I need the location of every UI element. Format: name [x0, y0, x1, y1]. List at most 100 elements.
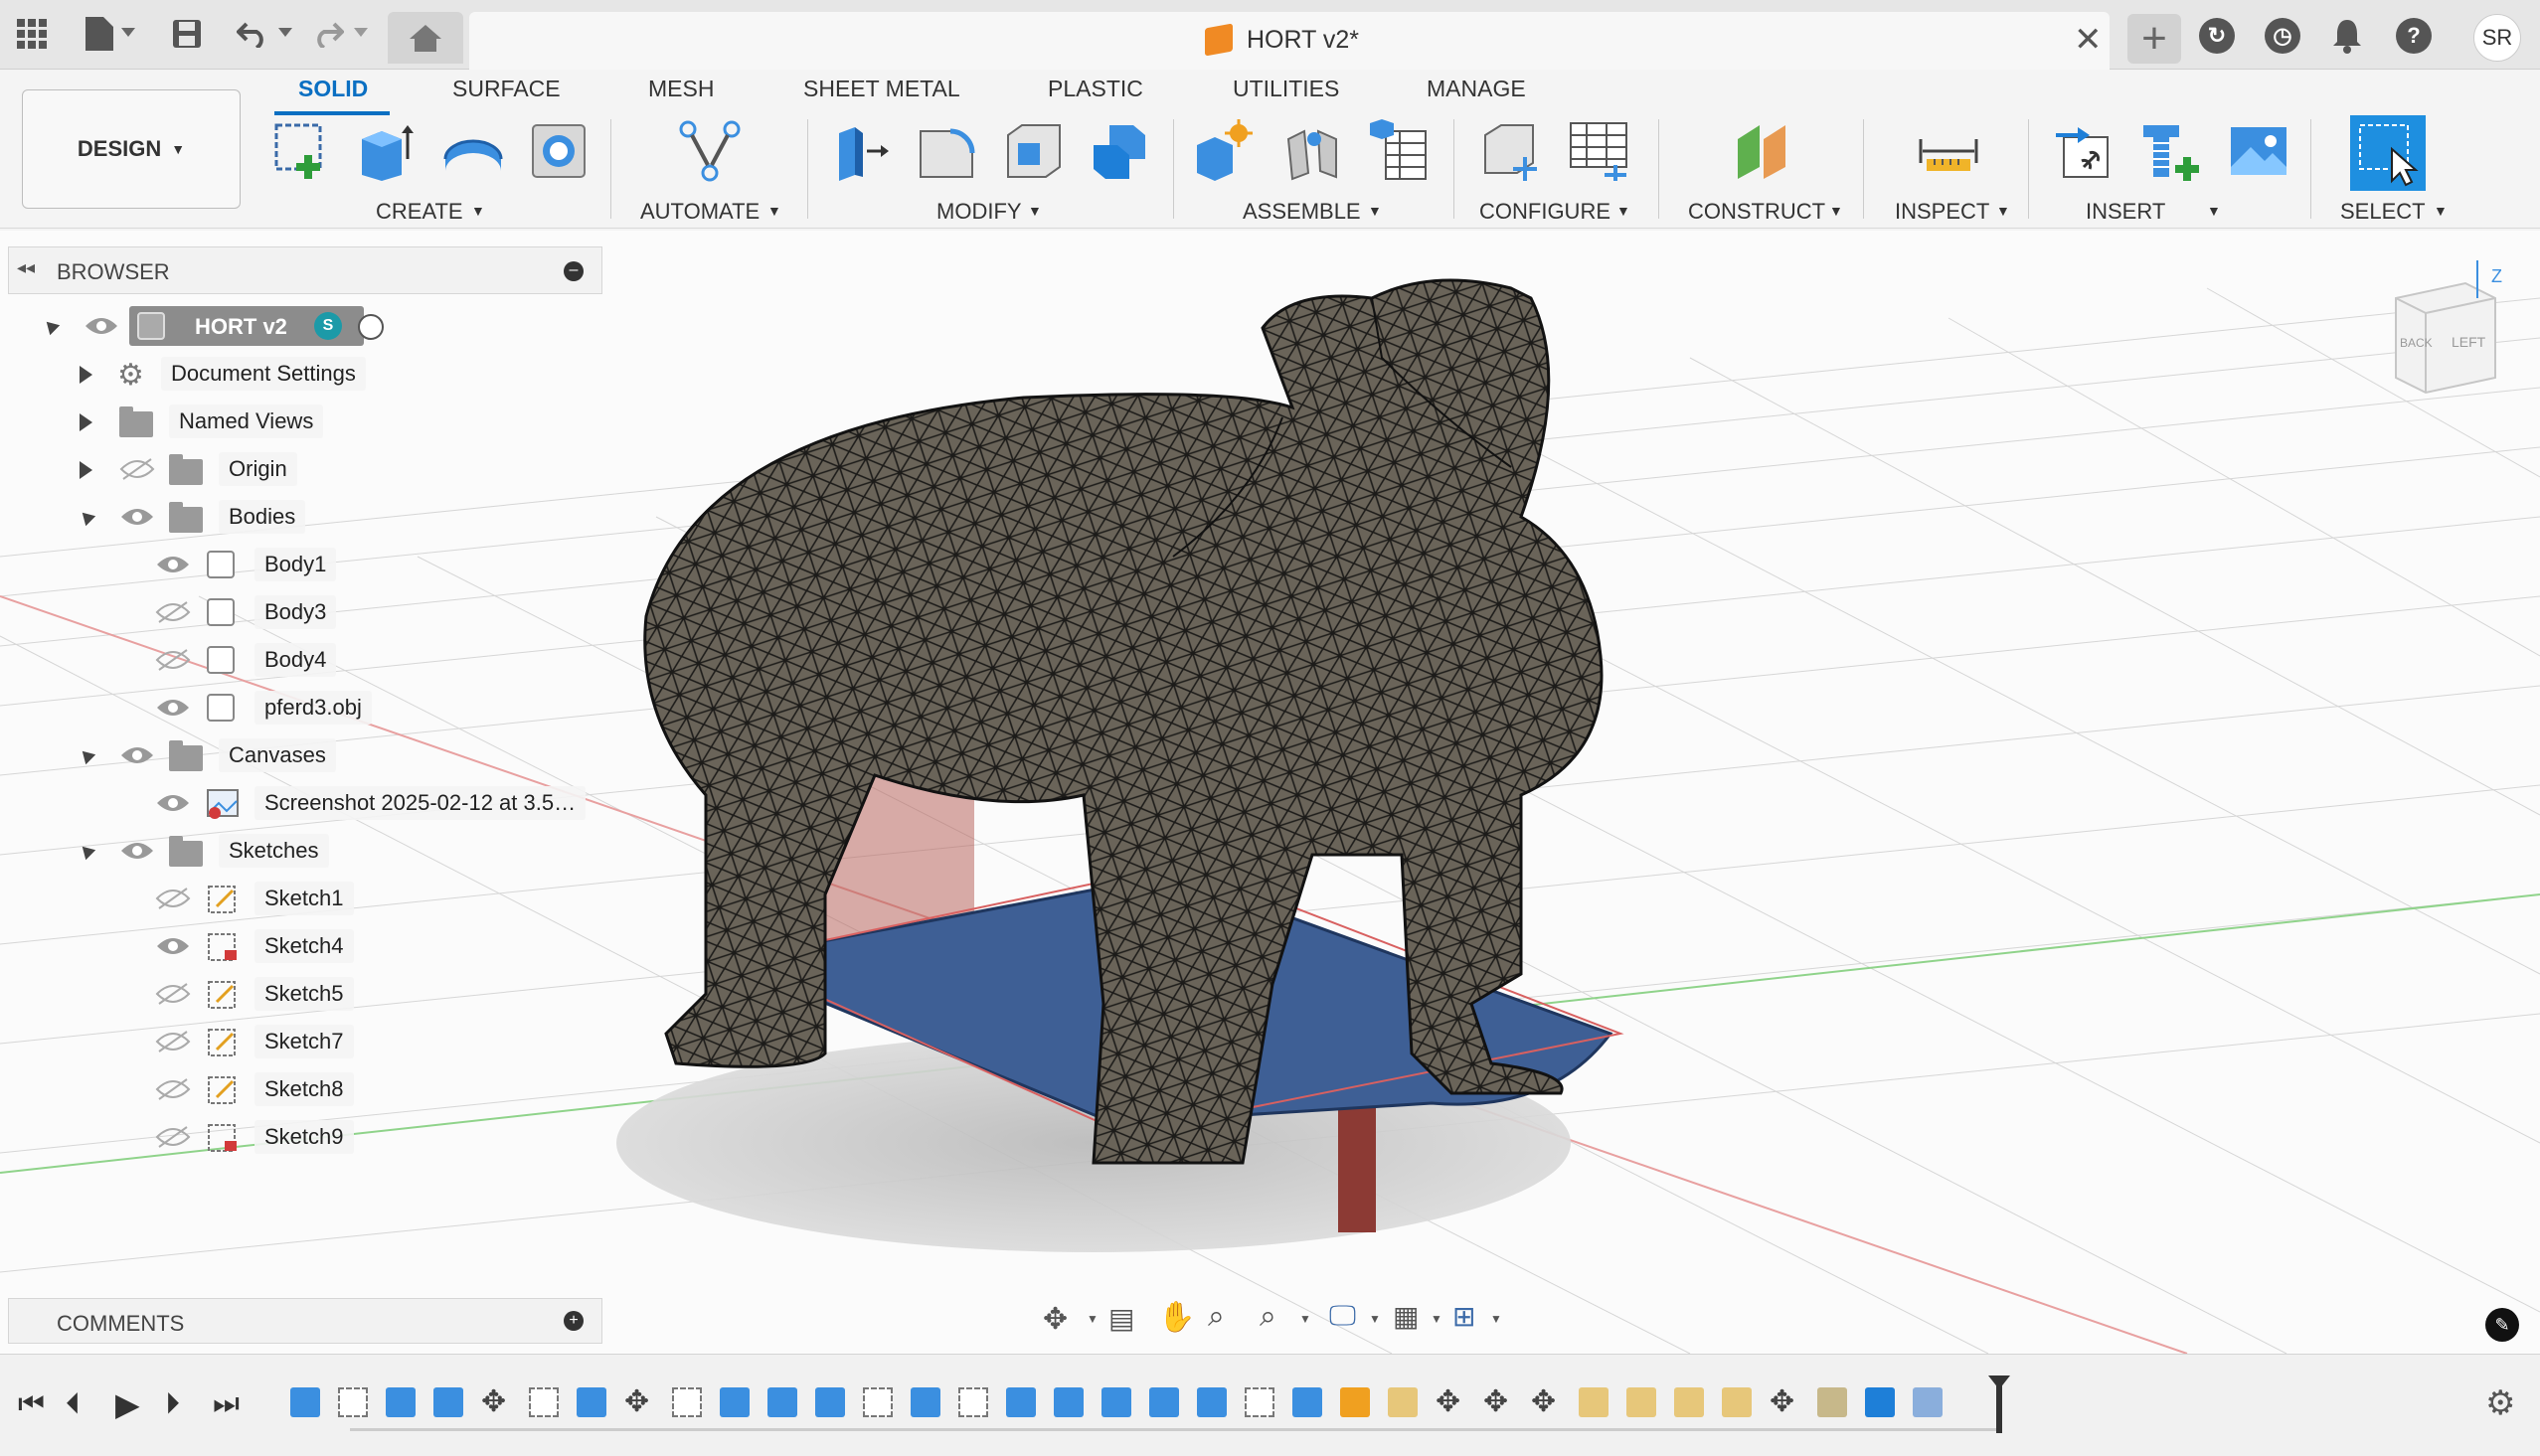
collapse-icon[interactable] — [77, 841, 96, 861]
browser-item-origin[interactable]: Origin — [74, 449, 297, 489]
viewports-icon[interactable]: ⊞ — [1452, 1300, 1475, 1333]
activate-radio-icon[interactable] — [358, 314, 384, 340]
timeline-feature-extrude-icon[interactable] — [720, 1387, 750, 1417]
timeline-feature-joint-icon[interactable] — [1817, 1387, 1847, 1417]
browser-item-sketches[interactable]: Sketches — [74, 831, 329, 871]
browser-panel-header[interactable]: ◂◂ BROWSER – — [8, 246, 602, 294]
fillet-icon[interactable] — [915, 119, 978, 183]
minimize-icon[interactable]: – — [564, 261, 584, 281]
timeline-feature-box-icon[interactable] — [1626, 1387, 1656, 1417]
timeline-feature-sketch-icon[interactable] — [1245, 1387, 1274, 1417]
help-icon[interactable]: ? — [2396, 18, 2432, 54]
timeline-feature-move-icon[interactable]: ✥ — [1531, 1387, 1561, 1417]
browser-item-canvases[interactable]: Canvases — [74, 735, 336, 775]
timeline-feature-move-icon[interactable]: ✥ — [481, 1387, 511, 1417]
expand-icon[interactable] — [80, 413, 92, 431]
tab-surface[interactable]: SURFACE — [452, 76, 561, 102]
chevron-down-icon[interactable]: ▼ — [1490, 1312, 1502, 1326]
timeline-feature-extrude-icon[interactable] — [815, 1387, 845, 1417]
viewcube-left-face[interactable]: LEFT — [2452, 334, 2485, 350]
browser-item-canvas-screenshot[interactable]: Screenshot 2025-02-12 at 3.5… — [155, 783, 587, 823]
orbit-icon[interactable]: ✥ — [1043, 1302, 1068, 1337]
configure-menu[interactable]: CONFIGURE — [1479, 199, 1610, 225]
tab-solid[interactable]: SOLID — [298, 76, 368, 102]
timeline-feature-box-icon[interactable] — [1674, 1387, 1704, 1417]
timeline-feature-combine-icon[interactable] — [1865, 1387, 1895, 1417]
expand-icon[interactable] — [80, 461, 92, 479]
undo-icon[interactable] — [233, 14, 272, 54]
timeline-feature-sketch-icon[interactable] — [338, 1387, 368, 1417]
browser-item-sketch5[interactable]: Sketch5 — [155, 974, 354, 1014]
timeline-feature-sketch-icon[interactable] — [672, 1387, 702, 1417]
configure-icon[interactable] — [1477, 119, 1541, 183]
revolve-icon[interactable] — [441, 119, 505, 183]
browser-item-sketch8[interactable]: Sketch8 — [155, 1069, 354, 1109]
comments-panel[interactable]: COMMENTS + — [8, 1298, 602, 1344]
construct-menu[interactable]: CONSTRUCT — [1688, 199, 1825, 225]
viewcube-back-face[interactable]: BACK — [2400, 336, 2433, 350]
timeline-feature-sketch-icon[interactable] — [529, 1387, 559, 1417]
inspect-menu[interactable]: INSPECT — [1895, 199, 1989, 225]
browser-item-body1[interactable]: Body1 — [155, 545, 337, 584]
file-menu-chevron-icon[interactable] — [121, 28, 135, 37]
browser-item-document-settings[interactable]: ⚙ Document Settings — [74, 354, 366, 394]
modify-menu[interactable]: MODIFY — [936, 199, 1022, 225]
browser-item-body4[interactable]: Body4 — [155, 640, 337, 680]
create-sketch-icon[interactable] — [270, 119, 334, 183]
tab-utilities[interactable]: UTILITIES — [1233, 76, 1339, 102]
shell-icon[interactable] — [1002, 119, 1066, 183]
combine-icon[interactable] — [1088, 119, 1151, 183]
timeline-next-icon[interactable]: ⏵ — [165, 1387, 180, 1421]
timeline-feature-extrude-icon[interactable] — [767, 1387, 797, 1417]
browser-item-pferd3[interactable]: pferd3.obj — [155, 688, 372, 728]
timeline-feature-component-icon[interactable] — [1340, 1387, 1370, 1417]
timeline-feature-box-icon[interactable] — [1722, 1387, 1752, 1417]
tab-sheet-metal[interactable]: SHEET METAL — [803, 76, 960, 102]
look-at-icon[interactable]: ▤ — [1108, 1302, 1134, 1335]
timeline-feature-extrude-icon[interactable] — [1101, 1387, 1131, 1417]
insert-derive-icon[interactable] — [2054, 119, 2117, 183]
bill-of-materials-icon[interactable] — [1366, 119, 1430, 183]
save-icon[interactable] — [167, 14, 207, 54]
timeline-feature-move-icon[interactable]: ✥ — [1436, 1387, 1465, 1417]
browser-item-named-views[interactable]: Named Views — [74, 402, 324, 441]
display-settings-icon[interactable]: 🖵 — [1329, 1300, 1356, 1333]
collapse-icon[interactable] — [77, 745, 96, 765]
assemble-menu[interactable]: ASSEMBLE — [1243, 199, 1361, 225]
fit-icon[interactable]: ⌕ — [1260, 1300, 1276, 1334]
workspace-switcher[interactable]: DESIGN ▼ — [22, 89, 241, 209]
timeline-feature-extrude-icon[interactable] — [433, 1387, 463, 1417]
new-component-icon[interactable] — [1193, 119, 1257, 183]
timeline-feature-move-icon[interactable]: ✥ — [1483, 1387, 1513, 1417]
insert-menu[interactable]: INSERT — [2086, 199, 2165, 225]
user-avatar[interactable]: SR — [2473, 14, 2521, 62]
timeline-feature-sketch-icon[interactable] — [958, 1387, 988, 1417]
automate-icon[interactable] — [678, 119, 742, 183]
timeline-feature-box-icon[interactable] — [1388, 1387, 1418, 1417]
select-menu[interactable]: SELECT — [2340, 199, 2426, 225]
undo-chevron-icon[interactable] — [278, 28, 292, 37]
close-tab-icon[interactable]: ✕ — [2074, 20, 2103, 60]
timeline-feature-extrude-icon[interactable] — [1292, 1387, 1322, 1417]
timeline-feature-extrude-icon[interactable] — [1006, 1387, 1036, 1417]
timeline-feature-extrude-icon[interactable] — [911, 1387, 940, 1417]
press-pull-icon[interactable] — [829, 119, 893, 183]
timeline-last-icon[interactable]: ⏭ — [213, 1387, 240, 1421]
timeline-feature-move-icon[interactable]: ✥ — [1770, 1387, 1799, 1417]
hole-icon[interactable] — [527, 119, 591, 183]
measure-icon[interactable] — [1917, 119, 1980, 183]
timeline-feature-box-icon[interactable] — [1579, 1387, 1609, 1417]
browser-item-bodies[interactable]: Bodies — [74, 497, 306, 537]
insert-mcmaster-icon[interactable] — [2139, 119, 2203, 183]
add-comment-icon[interactable]: + — [564, 1311, 584, 1331]
home-tab[interactable] — [388, 12, 463, 64]
timeline-first-icon[interactable]: ⏮ — [18, 1387, 45, 1421]
file-icon[interactable] — [80, 14, 119, 54]
feedback-icon[interactable]: ✎ — [2485, 1308, 2519, 1342]
collapse-panel-icon[interactable]: ◂◂ — [17, 257, 35, 278]
extrude-icon[interactable] — [354, 119, 418, 183]
offset-plane-icon[interactable] — [1732, 119, 1795, 183]
automate-menu[interactable]: AUTOMATE — [640, 199, 760, 225]
tab-plastic[interactable]: PLASTIC — [1048, 76, 1143, 102]
extensions-icon[interactable]: ↻ — [2199, 18, 2235, 54]
